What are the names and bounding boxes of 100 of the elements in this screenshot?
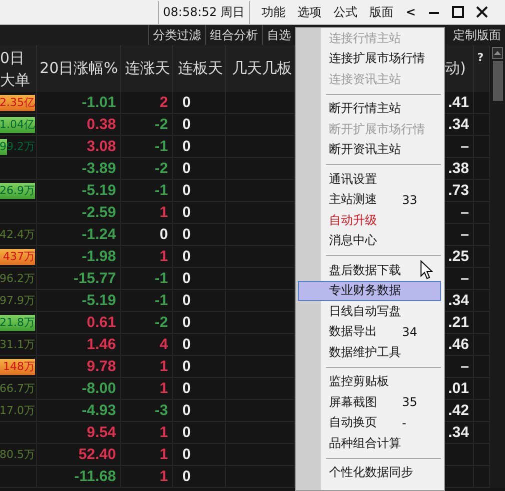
menu-item[interactable]: 通讯设置 (298, 169, 441, 190)
maximize-icon[interactable] (452, 6, 464, 18)
table-cell: -5.19 (37, 290, 121, 312)
table-cell: -1.98 (37, 246, 121, 268)
menu-item[interactable]: 数据导出 34 (298, 322, 441, 342)
table-cell: -2 (121, 312, 173, 334)
menu-item[interactable]: 盘后数据下载 (298, 260, 441, 280)
table-cell: 1 (121, 466, 173, 488)
table-cell: 0 (173, 444, 226, 466)
menu-item[interactable]: 断开行情主站 (298, 98, 441, 119)
table-cell: 0.38 (37, 114, 121, 136)
menu-bar-item[interactable]: 版面 (370, 4, 394, 20)
toolbar-tab[interactable]: 定制版面 (453, 26, 501, 44)
table-cell: 80.5万 (0, 446, 35, 462)
table-cell: 52.40 (37, 444, 121, 466)
table-cell: 1.46 (37, 334, 121, 356)
table-cell: 4 (121, 334, 173, 356)
table-cell: 0 (173, 180, 226, 202)
table-cell: -11.68 (37, 466, 121, 488)
table-cell: 17.0万 (0, 402, 35, 418)
column-header[interactable]: 连涨天 (121, 45, 173, 92)
menu-bar-item[interactable]: 功能 (262, 4, 286, 20)
column-header[interactable]: 动) (445, 45, 474, 92)
table-cell: 31.1万 (0, 336, 35, 352)
clock-text: 08:58:52 周日 (158, 0, 250, 24)
menu-item[interactable]: 自动换页 - (298, 412, 441, 433)
table-cell: 0 (173, 356, 226, 378)
table-cell: -1.24 (37, 224, 121, 246)
table-cell: 0 (173, 158, 226, 180)
table-cell: 1 (121, 444, 173, 466)
menu-item[interactable]: 消息中心 (298, 230, 441, 251)
menu-item[interactable]: 品种组合计算 (298, 433, 441, 454)
table-cell: 0 (173, 136, 226, 158)
menu-item[interactable]: 断开资讯主站 (298, 140, 441, 160)
menu-item[interactable]: 屏幕截图 35 (298, 392, 441, 412)
table-cell: 1 (121, 378, 173, 400)
table-cell: 1 (121, 356, 173, 378)
menu-item[interactable]: 连接扩展市场行情 (298, 48, 441, 69)
table-cell: -3.89 (37, 158, 121, 180)
table-cell: 0.61 (37, 312, 121, 334)
scroll-up-icon[interactable] (492, 47, 503, 59)
table-cell: 26.9万 (0, 182, 35, 198)
table-cell: -1 (121, 290, 173, 312)
column-header[interactable]: 20日涨幅% (37, 45, 121, 92)
table-cell: -1.01 (37, 92, 121, 114)
table-cell: 0 (173, 114, 226, 136)
table-cell: -1 (121, 180, 173, 202)
menu-bar-item[interactable]: 公式 (334, 4, 358, 20)
menu-item[interactable]: 主站测速 33 (298, 190, 441, 210)
column-header[interactable]: 几天几板 (226, 45, 295, 92)
scrollbar[interactable] (490, 45, 505, 488)
table-cell: 0 (173, 268, 226, 290)
table-cell: 96.2万 (0, 270, 35, 286)
column-header[interactable]: 连板天 (173, 45, 226, 92)
scroll-thumb[interactable] (492, 61, 502, 101)
table-cell: 1 (121, 246, 173, 268)
table-cell: 437万 (3, 248, 35, 264)
menu-bar-item[interactable]: 选项 (298, 4, 322, 20)
table-cell: 9.54 (37, 422, 121, 444)
table-cell: 2 (121, 92, 173, 114)
table-cell: 0 (173, 466, 226, 488)
help-text[interactable]: ? (474, 45, 490, 92)
back-button[interactable]: < (406, 5, 416, 19)
table-cell: -1 (121, 268, 173, 290)
menu-item[interactable]: 自动升级 (298, 210, 441, 230)
table-cell: 0 (173, 334, 226, 356)
table-cell: 0 (173, 400, 226, 422)
table-cell: -8.00 (37, 378, 121, 400)
table-cell: 2.35亿 (0, 94, 35, 110)
table-cell: 1 (121, 202, 173, 224)
table-cell: -5.19 (37, 180, 121, 202)
table-cell: 97.9万 (0, 292, 35, 308)
table-cell: -3 (121, 400, 173, 422)
table-cell: 0 (173, 92, 226, 114)
table-cell: 0 (173, 202, 226, 224)
table-cell: 148万 (3, 358, 35, 374)
column-header[interactable]: 0日大单 (0, 45, 37, 92)
menu-item[interactable]: 个性化数据同步 (298, 462, 441, 483)
table-cell: 3.08 (37, 136, 121, 158)
table-cell: 0 (173, 312, 226, 334)
menu-item[interactable]: 数据维护工具 (298, 342, 441, 362)
table-cell: 1 (121, 422, 173, 444)
table-cell: -4.93 (37, 400, 121, 422)
close-icon[interactable] (476, 6, 488, 18)
table-cell: 9.78 (37, 356, 121, 378)
table-cell: -2.59 (37, 202, 121, 224)
table-cell: 66.7万 (0, 380, 35, 396)
table-cell: -2 (121, 158, 173, 180)
table-cell: 21.8万 (0, 314, 35, 330)
menu-item[interactable]: 监控剪贴板 (298, 372, 441, 392)
menu-item[interactable]: 专业财务数据 (298, 280, 441, 301)
table-cell: 0 (173, 290, 226, 312)
table-cell: -1 (121, 136, 173, 158)
table-cell: 42.4万 (0, 226, 35, 242)
mouse-pointer-icon (420, 260, 433, 280)
table-cell: 0 (173, 378, 226, 400)
table-cell: 0 (121, 224, 173, 246)
menu-item[interactable]: 日线自动写盘 (298, 301, 441, 322)
table-cell: -15.77 (37, 268, 121, 290)
table-cell: 0 (173, 224, 226, 246)
